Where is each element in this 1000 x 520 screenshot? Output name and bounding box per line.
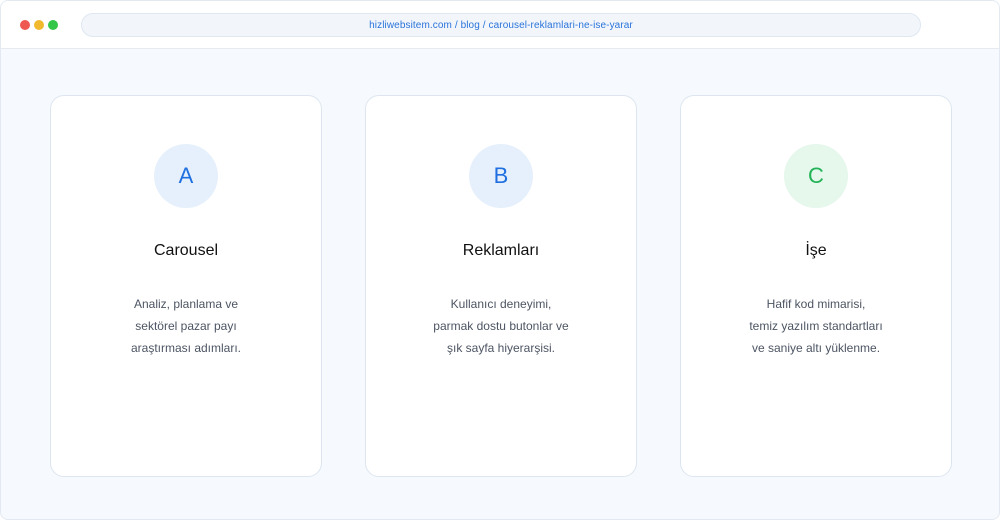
card-title: Carousel [153, 242, 219, 259]
close-window-button[interactable] [20, 20, 30, 30]
card-description-line: sektörel pazar payı [135, 319, 237, 333]
card-description-line: temiz yazılım standartları [749, 319, 883, 333]
browser-titlebar: hizliwebsitem.com / blog / carousel-rekl… [1, 1, 999, 49]
feature-card-a: A Carousel Analiz, planlama ve sektörel … [50, 95, 322, 477]
card-description-line: ve saniye altı yüklenme. [751, 341, 881, 355]
card-badge-a: A [154, 144, 218, 208]
card-description: Kullanıcı deneyimi, parmak dostu butonla… [366, 293, 636, 359]
card-badge-b: B [469, 144, 533, 208]
card-description: Analiz, planlama ve sektörel pazar payı … [51, 293, 321, 359]
card-badge-c: C [784, 144, 848, 208]
feature-card-c: C İşe Hafif kod mimarisi, temiz yazılım … [680, 95, 952, 477]
address-bar-url: hizliwebsitem.com / blog / carousel-rekl… [369, 19, 633, 31]
card-description-line: şık sayfa hiyerarşisi. [446, 341, 556, 355]
card-title: İşe [805, 242, 827, 259]
feature-card-b: B Reklamları Kullanıcı deneyimi, parmak … [365, 95, 637, 477]
card-description-line: araştırması adımları. [130, 341, 242, 355]
maximize-window-button[interactable] [48, 20, 58, 30]
card-description: Hafif kod mimarisi, temiz yazılım standa… [681, 293, 951, 359]
card-title: Reklamları [462, 242, 540, 259]
address-bar[interactable]: hizliwebsitem.com / blog / carousel-rekl… [81, 13, 921, 37]
minimize-window-button[interactable] [34, 20, 44, 30]
browser-window: hizliwebsitem.com / blog / carousel-rekl… [0, 0, 1000, 520]
card-description-line: Kullanıcı deneyimi, [450, 297, 552, 311]
card-description-line: Analiz, planlama ve [133, 297, 239, 311]
card-description-line: Hafif kod mimarisi, [766, 297, 866, 311]
card-description-line: parmak dostu butonlar ve [433, 319, 569, 333]
